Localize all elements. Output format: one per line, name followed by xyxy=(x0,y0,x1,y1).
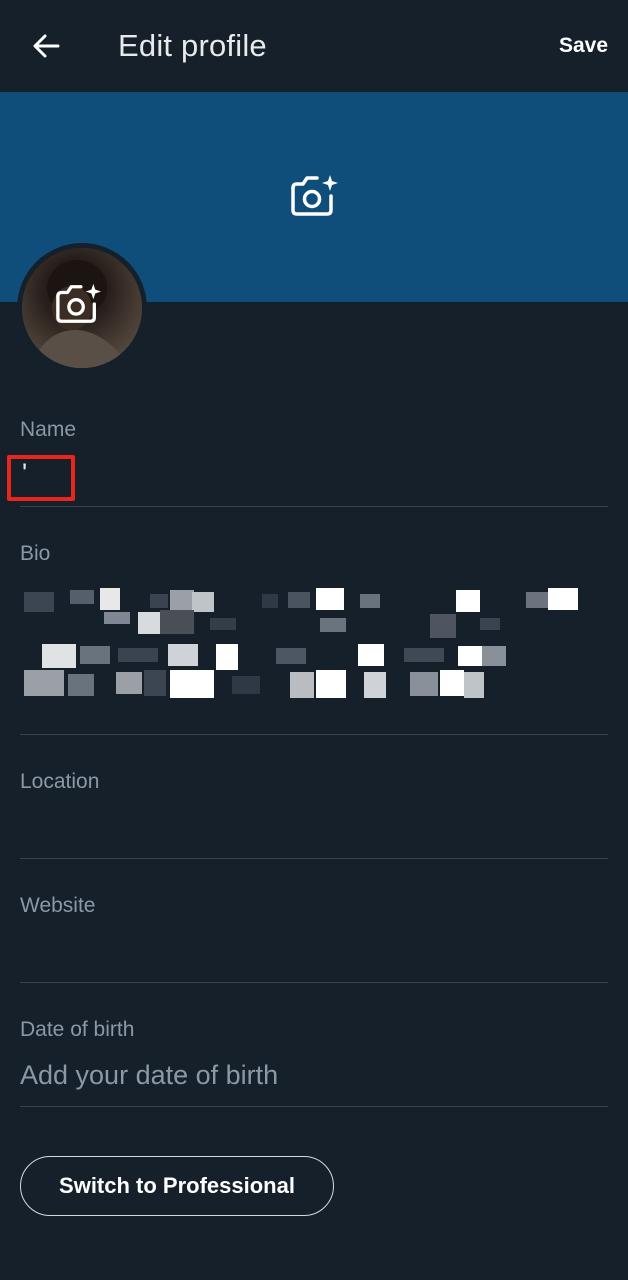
website-label: Website xyxy=(20,894,96,917)
save-button[interactable]: Save xyxy=(559,34,608,58)
arrow-left-icon xyxy=(33,34,60,58)
back-button[interactable] xyxy=(26,26,66,66)
add-photo-icon xyxy=(56,283,101,323)
edit-profile-screen: Edit profile Save Name ' Bio Location We… xyxy=(0,0,628,1280)
avatar[interactable] xyxy=(17,243,147,373)
website-field[interactable]: Website xyxy=(20,894,608,983)
top-app-bar: Edit profile Save xyxy=(0,0,628,92)
bio-field[interactable]: Bio xyxy=(20,542,608,735)
bio-label: Bio xyxy=(20,542,51,565)
name-label: Name xyxy=(20,418,77,441)
add-photo-icon xyxy=(291,175,338,216)
bio-redacted-text[interactable] xyxy=(20,578,580,708)
banner-add-photo-button[interactable] xyxy=(287,172,341,220)
date-of-birth-placeholder[interactable]: Add your date of birth xyxy=(20,1060,278,1091)
name-field[interactable]: Name ' xyxy=(7,418,608,507)
location-field[interactable]: Location xyxy=(20,770,608,859)
date-of-birth-field[interactable]: Date of birth Add your date of birth xyxy=(20,1018,608,1107)
location-label: Location xyxy=(20,770,100,793)
page-title: Edit profile xyxy=(118,28,267,63)
avatar-add-photo-button[interactable] xyxy=(52,281,104,327)
date-of-birth-label: Date of birth xyxy=(20,1018,135,1041)
switch-to-professional-button[interactable]: Switch to Professional xyxy=(20,1156,334,1216)
name-highlight-box xyxy=(7,455,75,501)
